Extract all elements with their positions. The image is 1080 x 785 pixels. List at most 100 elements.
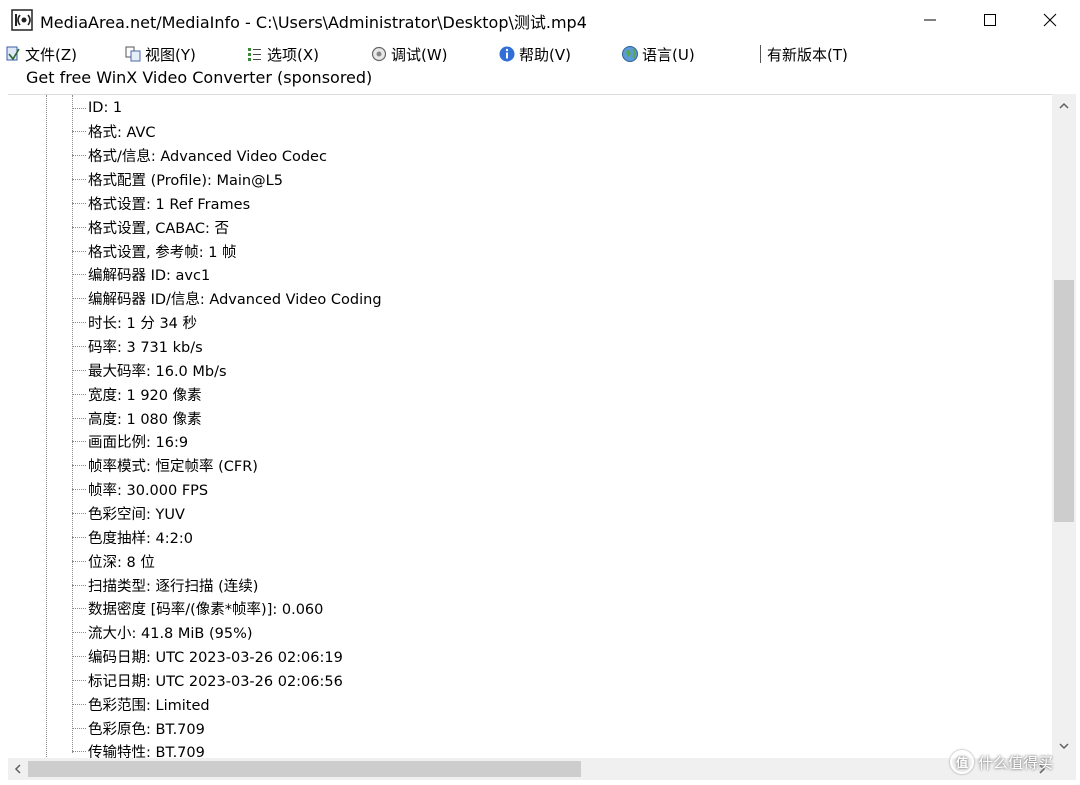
tree-row-text: 宽度: 1 920 像素: [88, 387, 202, 404]
tree-row[interactable]: 格式/信息: Advanced Video Codec: [72, 144, 327, 168]
tree-row-text: 流大小: 41.8 MiB (95%): [88, 626, 253, 643]
mediainfo-app-icon: [11, 9, 33, 31]
tree-row[interactable]: 色彩原色: BT.709: [72, 716, 205, 740]
tree-connector: [72, 107, 86, 109]
tree-connector: [72, 369, 86, 371]
tree-connector: [72, 417, 86, 419]
tree-row-text: 格式配置 (Profile): Main@L5: [88, 173, 283, 190]
menu-bar: 文件(Z) 视图(Y) 选项(X) 调试(W) 帮助(V) 语言(U) 有新版本…: [0, 40, 1080, 68]
menu-options-label: 选项(X): [267, 45, 319, 64]
scroll-down-button[interactable]: [1052, 734, 1076, 758]
horizontal-scroll-thumb[interactable]: [28, 761, 581, 777]
menu-view-label: 视图(Y): [145, 45, 196, 64]
tree-row-text: 标记日期: UTC 2023-03-26 02:06:56: [88, 673, 343, 690]
tree-connector: [72, 393, 86, 395]
tree-row[interactable]: 帧率模式: 恒定帧率 (CFR): [72, 454, 258, 478]
tree-connector: [72, 202, 86, 204]
scroll-left-button[interactable]: [8, 758, 28, 780]
tree-row-text: 码率: 3 731 kb/s: [88, 340, 203, 356]
vertical-scrollbar[interactable]: [1052, 94, 1076, 758]
menu-options[interactable]: 选项(X): [246, 43, 319, 65]
minimize-button[interactable]: [900, 0, 960, 40]
maximize-icon: [984, 14, 996, 26]
tree-row[interactable]: 传输特性: BT.709: [72, 740, 205, 758]
tree-row[interactable]: 格式设置: 1 Ref Frames: [72, 191, 250, 215]
menu-help-label: 帮助(V): [519, 45, 571, 64]
tree-row[interactable]: 帧率: 30.000 FPS: [72, 478, 208, 502]
menu-help[interactable]: 帮助(V): [498, 43, 571, 65]
tree-row-text: 传输特性: BT.709: [88, 745, 205, 758]
window-title: MediaArea.net/MediaInfo - C:\Users\Admin…: [40, 13, 587, 32]
tree-row-text: 格式设置, 参考帧: 1 帧: [88, 244, 237, 261]
tree-row-text: 格式设置, CABAC: 否: [88, 220, 229, 237]
tree-row[interactable]: 格式配置 (Profile): Main@L5: [72, 168, 283, 192]
tree-row[interactable]: 最大码率: 16.0 Mb/s: [72, 358, 227, 382]
menu-new-version[interactable]: 有新版本(T): [767, 43, 848, 65]
tree-connector: [72, 608, 86, 610]
vertical-scroll-thumb[interactable]: [1054, 280, 1074, 522]
tree-row[interactable]: 码率: 3 731 kb/s: [72, 335, 203, 359]
tree-row[interactable]: 格式: AVC: [72, 120, 156, 144]
tree-row-text: 色彩范围: Limited: [88, 697, 210, 714]
tree-row[interactable]: ID: 1: [72, 96, 122, 120]
tree-connector: [72, 250, 86, 252]
tree-connector: [72, 632, 86, 634]
tree-row[interactable]: 格式设置, 参考帧: 1 帧: [72, 239, 237, 263]
menu-language-label: 语言(U): [642, 45, 695, 64]
menu-debug-label: 调试(W): [391, 45, 448, 64]
debug-icon: [371, 46, 387, 62]
tree-row[interactable]: 扫描类型: 逐行扫描 (连续): [72, 573, 258, 597]
tree-connector: [72, 298, 86, 300]
tree-row[interactable]: 色度抽样: 4:2:0: [72, 525, 193, 549]
tree-connector: [72, 584, 86, 586]
menu-file-label: 文件(Z): [25, 45, 77, 64]
sponsored-link[interactable]: Get free WinX Video Converter (sponsored…: [26, 68, 372, 87]
tree-row-text: 高度: 1 080 像素: [88, 411, 202, 428]
options-icon: [248, 48, 261, 61]
title-bar: MediaArea.net/MediaInfo - C:\Users\Admin…: [0, 0, 1080, 40]
tree-connector: [72, 727, 86, 729]
info-tree-view[interactable]: ID: 1 格式: AVC 格式/信息: Advanced Video Codec 格…: [8, 94, 1052, 758]
tree-row-text: 色度抽样: 4:2:0: [88, 530, 193, 547]
tree-row-text: 扫描类型: 逐行扫描 (连续): [88, 578, 259, 595]
tree-connector: [72, 346, 86, 347]
tree-connector: [72, 560, 86, 562]
tree-row[interactable]: 画面比例: 16:9: [72, 430, 188, 454]
scroll-up-button[interactable]: [1052, 94, 1076, 118]
tree-row[interactable]: 高度: 1 080 像素: [72, 406, 202, 430]
tree-row[interactable]: 标记日期: UTC 2023-03-26 02:06:56: [72, 668, 343, 692]
view-icon: [125, 46, 141, 62]
tree-row[interactable]: 色彩空间: YUV: [72, 501, 185, 525]
tree-connector: [72, 512, 86, 514]
menu-language[interactable]: 语言(U): [621, 43, 695, 65]
tree-row[interactable]: 时长: 1 分 34 秒: [72, 311, 197, 335]
tree-row[interactable]: 流大小: 41.8 MiB (95%): [72, 621, 253, 645]
tree-row-text: 最大码率: 16.0 Mb/s: [88, 363, 227, 380]
tree-row-text: ID: 1: [88, 100, 123, 116]
close-button[interactable]: [1020, 0, 1080, 40]
help-icon: [499, 46, 515, 62]
tree-row[interactable]: 色彩范围: Limited: [72, 692, 210, 716]
menu-view[interactable]: 视图(Y): [124, 43, 196, 65]
tree-row[interactable]: 格式设置, CABAC: 否: [72, 215, 229, 239]
tree-row[interactable]: 宽度: 1 920 像素: [72, 382, 202, 406]
tree-row-text: 格式设置: 1 Ref Frames: [88, 196, 251, 213]
tree-row[interactable]: 位深: 8 位: [72, 549, 155, 573]
tree-row-text: 格式: AVC: [88, 125, 156, 142]
tree-row[interactable]: 编解码器 ID: avc1: [72, 263, 210, 287]
menu-new-version-label: 有新版本(T): [767, 45, 848, 64]
horizontal-scrollbar[interactable]: [8, 758, 1052, 780]
tree-row[interactable]: 数据密度 [码率/(像素*帧率)]: 0.060: [72, 597, 323, 621]
watermark-badge: 值: [950, 750, 974, 774]
tree-row[interactable]: 编解码器 ID/信息: Advanced Video Coding: [72, 287, 382, 311]
tree-row-text: 位深: 8 位: [88, 554, 155, 571]
watermark-text: 什么值得买: [978, 753, 1054, 772]
maximize-button[interactable]: [960, 0, 1020, 40]
menu-separator: [760, 45, 761, 63]
tree-row[interactable]: 编码日期: UTC 2023-03-26 02:06:19: [72, 645, 343, 669]
tree-connector: [72, 179, 86, 181]
tree-row-text: 格式/信息: Advanced Video Codec: [88, 149, 327, 166]
menu-debug[interactable]: 调试(W): [370, 43, 448, 65]
watermark: 值 什么值得买: [950, 748, 1053, 776]
menu-file[interactable]: 文件(Z): [4, 43, 77, 65]
